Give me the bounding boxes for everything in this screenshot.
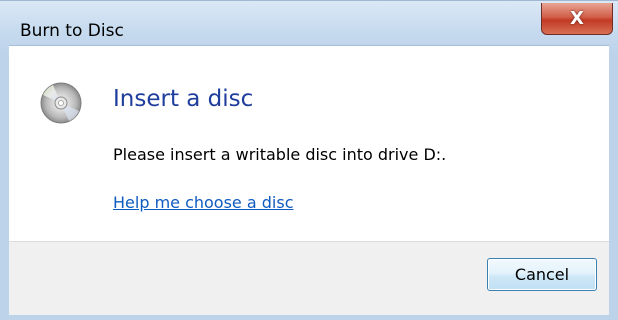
dialog-heading: Insert a disc bbox=[113, 86, 254, 112]
close-icon: X bbox=[570, 8, 584, 29]
content-panel: Insert a disc Please insert a writable d… bbox=[9, 45, 609, 242]
close-button[interactable]: X bbox=[541, 3, 613, 35]
burn-to-disc-dialog: Burn to Disc X Insert a disc Please inse… bbox=[0, 0, 618, 320]
help-choose-disc-link[interactable]: Help me choose a disc bbox=[113, 193, 293, 212]
button-bar: Cancel bbox=[9, 241, 609, 315]
cancel-button[interactable]: Cancel bbox=[487, 258, 597, 291]
instruction-text: Please insert a writable disc into drive… bbox=[113, 145, 447, 164]
window-title: Burn to Disc bbox=[20, 21, 124, 41]
disc-icon bbox=[40, 82, 82, 124]
